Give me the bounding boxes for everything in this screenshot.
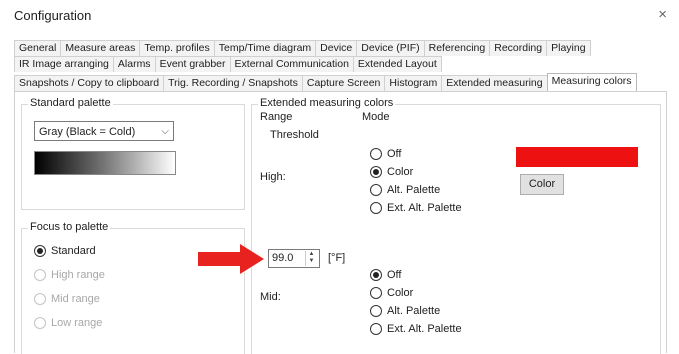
radio-label: Alt. Palette: [387, 305, 441, 317]
focus-radio-standard[interactable]: Standard: [34, 245, 96, 257]
tab-alarms[interactable]: Alarms: [112, 56, 156, 72]
radio-label: Off: [387, 148, 402, 160]
radio-label: Standard: [51, 245, 96, 257]
palette-gradient-preview: [34, 151, 176, 175]
high-radio-ext-alt-palette[interactable]: Ext. Alt. Palette: [370, 202, 462, 214]
tab-device[interactable]: Device: [315, 40, 358, 56]
tab-trig-recording[interactable]: Trig. Recording / Snapshots: [163, 75, 303, 91]
high-color-button[interactable]: Color: [520, 174, 564, 195]
tab-extended-layout[interactable]: Extended Layout: [352, 56, 442, 72]
tab-playing[interactable]: Playing: [546, 40, 591, 56]
focus-radio-high-range[interactable]: High range: [34, 269, 105, 281]
tab-histogram[interactable]: Histogram: [384, 75, 443, 91]
radio-circle: [370, 305, 382, 317]
tab-extended-measuring[interactable]: Extended measuring: [441, 75, 548, 91]
tab-temp-profiles[interactable]: Temp. profiles: [139, 40, 215, 56]
tab-capture-screen[interactable]: Capture Screen: [301, 75, 386, 91]
mid-label: Mid:: [260, 291, 281, 303]
mid-radio-color[interactable]: Color: [370, 287, 413, 299]
extended-colors-label: Extended measuring colors: [258, 97, 396, 109]
tab-external-communication[interactable]: External Communication: [229, 56, 354, 72]
tab-row-1: General Measure areas Temp. profiles Tem…: [14, 40, 591, 56]
radio-circle: [34, 317, 46, 329]
mid-radio-off[interactable]: Off: [370, 269, 401, 281]
radio-circle: [34, 269, 46, 281]
tab-measuring-colors[interactable]: Measuring colors: [546, 73, 637, 91]
palette-select-value: Gray (Black = Cold): [39, 126, 136, 138]
mode-header: Mode: [362, 111, 390, 123]
tab-row-2: IR Image arranging Alarms Event grabber …: [14, 56, 442, 72]
red-arrow-icon: [198, 244, 264, 274]
chevron-down-icon: ⌵: [161, 126, 169, 137]
high-label: High:: [260, 171, 286, 183]
high-color-swatch: [516, 147, 638, 167]
radio-circle: [370, 184, 382, 196]
standard-palette-group: Standard palette Gray (Black = Cold) ⌵: [21, 97, 245, 210]
mid-radio-alt-palette[interactable]: Alt. Palette: [370, 305, 440, 317]
window-title: Configuration: [14, 8, 92, 23]
tab-row-3: Snapshots / Copy to clipboard Trig. Reco…: [14, 73, 637, 91]
tab-temp-time-diagram[interactable]: Temp/Time diagram: [213, 40, 317, 56]
radio-label: Mid range: [51, 293, 100, 305]
radio-circle: [370, 148, 382, 160]
radio-label: High range: [51, 269, 105, 281]
high-radio-alt-palette[interactable]: Alt. Palette: [370, 184, 440, 196]
radio-label: Off: [387, 269, 402, 281]
high-radio-off[interactable]: Off: [370, 148, 401, 160]
tab-ir-image-arranging[interactable]: IR Image arranging: [14, 56, 114, 72]
close-icon[interactable]: ×: [658, 6, 667, 23]
extended-measuring-colors-group: Extended measuring colors Range Mode Thr…: [251, 97, 661, 354]
focus-radio-mid-range[interactable]: Mid range: [34, 293, 100, 305]
radio-circle: [34, 293, 46, 305]
tab-panel-measuring-colors: Standard palette Gray (Black = Cold) ⌵ F…: [14, 91, 667, 354]
threshold-unit: [°F]: [328, 252, 346, 264]
tab-measure-areas[interactable]: Measure areas: [60, 40, 141, 56]
radio-circle: [370, 202, 382, 214]
mid-radio-ext-alt-palette[interactable]: Ext. Alt. Palette: [370, 323, 462, 335]
radio-circle: [370, 166, 382, 178]
radio-label: Color: [387, 166, 414, 178]
tab-general[interactable]: General: [14, 40, 62, 56]
high-radio-color[interactable]: Color: [370, 166, 413, 178]
threshold-value: 99.0: [272, 252, 294, 264]
radio-label: Ext. Alt. Palette: [387, 202, 462, 214]
range-header: Range: [260, 111, 293, 123]
radio-circle: [370, 323, 382, 335]
radio-circle: [370, 287, 382, 299]
tab-event-grabber[interactable]: Event grabber: [154, 56, 231, 72]
tab-snapshots-copy[interactable]: Snapshots / Copy to clipboard: [14, 75, 165, 91]
radio-circle: [370, 269, 382, 281]
threshold-spinner[interactable]: 99.0 ▲ ▼: [268, 249, 320, 268]
radio-label: Ext. Alt. Palette: [387, 323, 462, 335]
radio-circle: [34, 245, 46, 257]
radio-label: Alt. Palette: [387, 184, 441, 196]
tab-recording[interactable]: Recording: [489, 40, 548, 56]
radio-label: Low range: [51, 317, 103, 329]
tab-device-pif[interactable]: Device (PIF): [356, 40, 425, 56]
focus-radio-low-range[interactable]: Low range: [34, 317, 102, 329]
spin-arrows-icon[interactable]: ▲ ▼: [305, 251, 317, 266]
radio-label: Color: [387, 287, 414, 299]
palette-select[interactable]: Gray (Black = Cold) ⌵: [34, 121, 174, 141]
threshold-label: Threshold: [270, 129, 319, 141]
focus-to-palette-label: Focus to palette: [28, 221, 111, 233]
tab-referencing[interactable]: Referencing: [423, 40, 491, 56]
standard-palette-label: Standard palette: [28, 97, 113, 109]
